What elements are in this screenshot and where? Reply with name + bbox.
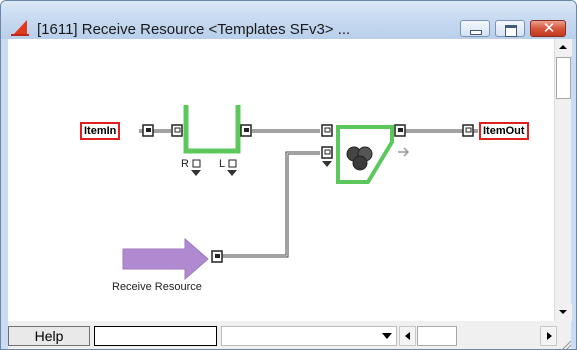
close-icon: ✕ — [542, 20, 556, 37]
scroll-right-button[interactable] — [540, 326, 557, 346]
arrow-up-icon — [559, 45, 567, 49]
model-canvas[interactable]: ItemIn ItemOut R L Receive Resource — [8, 39, 554, 321]
close-button[interactable]: ✕ — [530, 20, 566, 37]
bottom-toolbar: Help — [8, 321, 571, 349]
vertical-scroll-thumb[interactable] — [556, 57, 571, 99]
resize-grip-icon[interactable] — [559, 339, 571, 349]
scroll-up-button[interactable] — [555, 39, 572, 56]
triangle-app-icon[interactable] — [13, 20, 27, 35]
chevron-down-icon[interactable] — [382, 333, 392, 339]
scroll-down-button[interactable] — [555, 304, 572, 321]
activity-block[interactable] — [321, 124, 410, 184]
arrow-down-icon — [559, 310, 567, 314]
queue-l-output-arrow — [227, 170, 237, 176]
status-field[interactable] — [94, 326, 217, 346]
queue-l-label: L — [219, 158, 226, 170]
zoom-combo[interactable] — [221, 326, 397, 346]
queue-r-connector[interactable] — [192, 159, 201, 168]
receive-resource-arrow-icon[interactable] — [122, 237, 223, 281]
queue-l-connector[interactable] — [228, 159, 237, 168]
minimize-button[interactable] — [460, 20, 490, 37]
vertical-scrollbar[interactable] — [554, 39, 572, 321]
wire-resource-to-activity[interactable] — [222, 151, 320, 258]
horizontal-scroll-thumb[interactable] — [417, 326, 457, 346]
queue-r-label: R — [181, 158, 189, 170]
maximize-button[interactable] — [495, 20, 525, 37]
block-diagram — [122, 105, 478, 281]
activity-status-arrow — [322, 161, 332, 167]
receive-resource-caption: Receive Resource — [112, 281, 202, 293]
title-bar[interactable]: [1611] Receive Resource <Templates SFv3>… — [1, 1, 576, 39]
model-window: [1611] Receive Resource <Templates SFv3>… — [0, 0, 577, 350]
app-icon-base — [11, 34, 29, 36]
help-button[interactable]: Help — [8, 326, 90, 346]
itemin-label[interactable]: ItemIn — [80, 122, 121, 140]
queue-r-output-arrow — [191, 170, 201, 176]
horizontal-scrollbar[interactable] — [399, 326, 571, 346]
arrow-right-icon — [547, 332, 552, 340]
itemout-label[interactable]: ItemOut — [479, 122, 529, 140]
window-title: [1611] Receive Resource <Templates SFv3>… — [37, 21, 351, 38]
activity-flow-arrow — [398, 147, 410, 157]
scroll-left-button[interactable] — [399, 326, 416, 346]
arrow-left-icon — [405, 332, 410, 340]
